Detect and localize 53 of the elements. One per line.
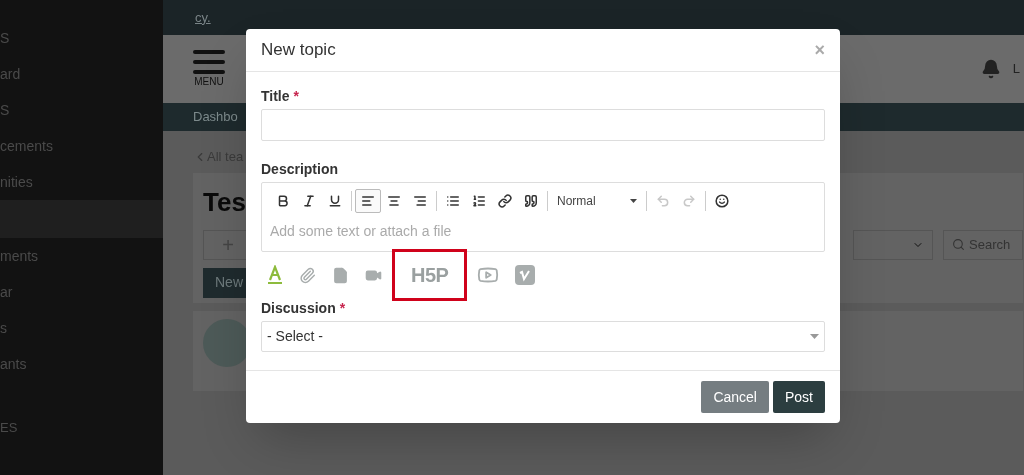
caret-icon — [630, 199, 637, 203]
editor-text-area[interactable]: Add some text or attach a file — [270, 215, 816, 251]
bold-icon — [276, 194, 290, 208]
search-icon — [952, 238, 965, 251]
close-button[interactable]: × — [814, 36, 825, 64]
post-button[interactable]: Post — [773, 381, 825, 413]
redo-icon — [682, 194, 696, 208]
top-bar-link[interactable]: cy. — [195, 7, 211, 28]
bell-icon[interactable] — [980, 59, 1001, 79]
sidebar-item[interactable]: ments — [0, 238, 163, 274]
page-title: Tes — [203, 185, 246, 219]
dialog-title: New topic — [261, 39, 336, 62]
title-input[interactable] — [261, 109, 825, 141]
user-name[interactable]: L — [1012, 59, 1020, 79]
field-label: Description — [261, 160, 338, 179]
sidebar-section: ES — [0, 418, 163, 438]
highlight-frame[interactable]: H5P — [392, 249, 468, 301]
quote-icon — [524, 194, 538, 208]
vimeo-icon — [515, 265, 536, 285]
sidebar-item[interactable]: S — [0, 20, 163, 56]
sidebar-item[interactable]: cements — [0, 128, 163, 164]
sidebar-item[interactable]: ar — [0, 274, 163, 310]
bullet-list-icon — [446, 194, 460, 208]
caret-icon — [810, 334, 819, 339]
select-value: - Select - — [267, 327, 323, 346]
text-color-icon — [267, 265, 283, 285]
sidebar-item[interactable]: nities — [0, 164, 163, 200]
align-right-icon — [413, 194, 427, 208]
discussion-select[interactable]: - Select - — [261, 321, 825, 352]
required-mark: * — [339, 299, 346, 318]
nav-item[interactable]: Dashbo — [193, 107, 238, 127]
numbered-list-icon — [472, 194, 486, 208]
logo-text: H5P — [411, 263, 449, 288]
italic-icon — [302, 194, 316, 208]
underline-icon — [328, 194, 342, 208]
menu-label: MENU — [194, 74, 224, 89]
required-mark: * — [293, 87, 299, 106]
undo-icon — [656, 194, 670, 208]
link-icon — [498, 194, 512, 208]
sidebar-item[interactable]: ard — [0, 56, 163, 92]
paperclip-icon — [299, 266, 316, 284]
format-select[interactable]: Normal — [551, 190, 643, 212]
toolbar-button[interactable] — [355, 189, 381, 213]
menu-icon[interactable] — [193, 49, 225, 74]
cancel-button[interactable]: Cancel — [701, 381, 769, 413]
align-left-icon — [361, 194, 375, 208]
sidebar-item[interactable]: ants — [0, 346, 163, 382]
field-label: Title — [261, 87, 290, 106]
sidebar-item[interactable]: S — [0, 92, 163, 128]
document-icon — [332, 266, 349, 284]
smiley-icon — [715, 194, 729, 208]
align-center-icon — [387, 194, 401, 208]
field-label: Discussion — [261, 299, 336, 318]
